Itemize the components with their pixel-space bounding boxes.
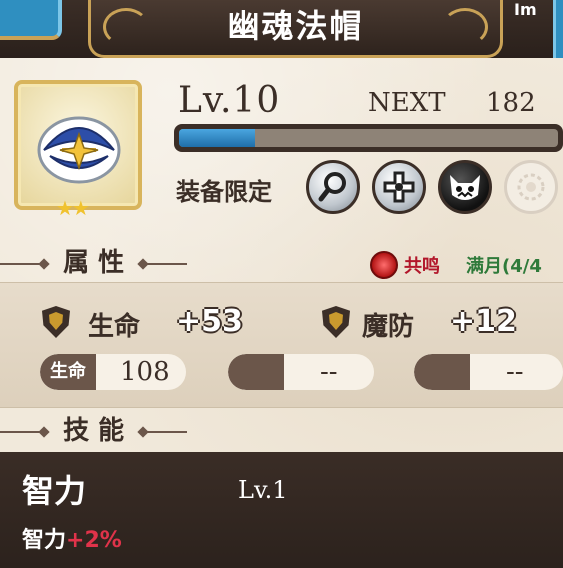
sub-stat-tag-empty [228, 354, 284, 390]
stat-label-hp: 生命 [88, 312, 141, 342]
skill-desc-bonus: +2% [66, 528, 122, 553]
xp-progress-bar [174, 124, 563, 152]
item-level: Lv.10 [178, 80, 281, 121]
skill-name: 智力 [22, 472, 87, 510]
rarity-stars: ★★ [56, 196, 90, 220]
skills-header-label: 技 能 [63, 416, 125, 446]
page-title: 幽魂法帽 [227, 7, 364, 45]
skills-section-header: 技 能 [0, 414, 188, 448]
faded-class-icon[interactable] [504, 160, 558, 214]
header-divider [141, 430, 188, 433]
sub-stat-tag-empty [414, 354, 470, 390]
header-divider [0, 262, 46, 265]
sub-stat-value: 108 [120, 357, 170, 387]
xp-track-inner [179, 129, 558, 147]
sub-stat-value: -- [506, 357, 524, 387]
header-right-ornament [553, 0, 563, 58]
resonance-icon [370, 251, 398, 279]
stat-label-mdef: 魔防 [362, 312, 415, 342]
skill-description: 智力+2% [22, 522, 122, 554]
header-left-ornament [0, 0, 62, 40]
cross-class-icon[interactable] [372, 160, 426, 214]
sub-stat-slot-2[interactable]: -- [228, 354, 374, 390]
sub-stat-value: -- [320, 357, 338, 387]
next-label: NEXT [368, 88, 446, 118]
next-value: 182 [486, 88, 536, 118]
sub-stat-slot-3[interactable]: -- [414, 354, 563, 390]
stat-value-hp: +53 [176, 304, 243, 339]
resonance-indicator[interactable]: 共鸣 满月(4/4 [370, 250, 542, 280]
resonance-label: 共鸣 [404, 256, 440, 277]
attributes-section-header: 属 性 [0, 246, 188, 280]
stat-value-mdef: +12 [450, 304, 517, 339]
sub-stat-slot-1[interactable]: 生命 108 [40, 354, 186, 390]
blue-cap-icon [36, 110, 122, 190]
top-right-tag[interactable]: Im [514, 0, 554, 20]
skill-level: Lv.1 [238, 476, 288, 504]
magnifier-class-icon[interactable] [306, 160, 360, 214]
attributes-header-label: 属 性 [63, 248, 125, 278]
header-divider [141, 262, 188, 265]
header-divider [0, 430, 46, 433]
resonance-status: 满月(4/4 [466, 256, 542, 277]
skill-desc-stat: 智力 [22, 528, 67, 553]
equip-restriction-label: 装备限定 [176, 178, 272, 206]
demon-class-icon[interactable] [438, 160, 492, 214]
xp-fill [179, 129, 255, 147]
sub-stat-tag: 生命 [40, 354, 96, 390]
